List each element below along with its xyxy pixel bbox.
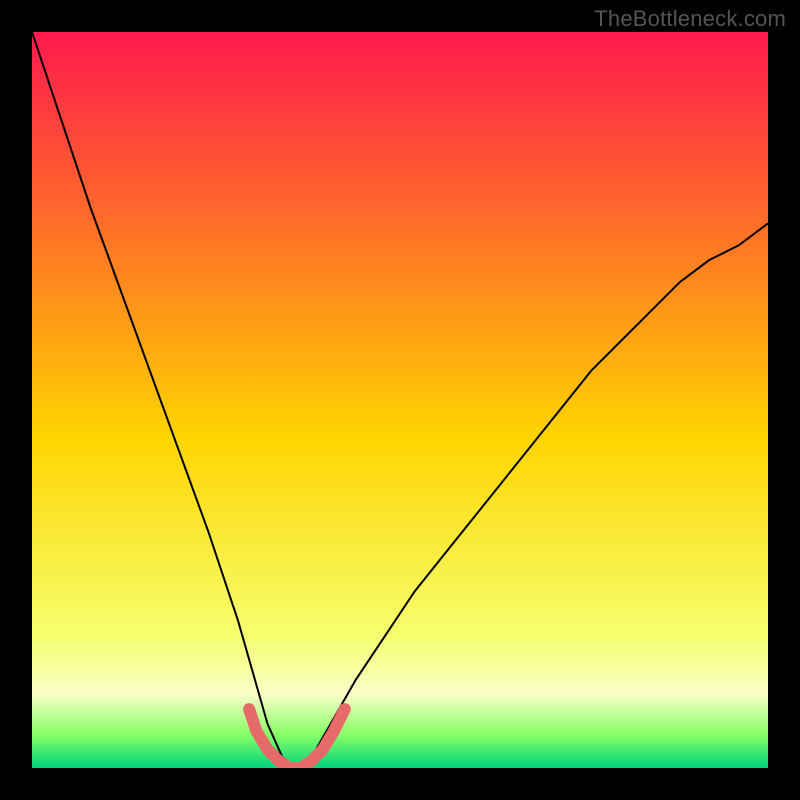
chart-frame: TheBottleneck.com <box>0 0 800 800</box>
plot-area <box>32 32 768 768</box>
gradient-background <box>32 32 768 768</box>
plot-svg <box>32 32 768 768</box>
watermark-label: TheBottleneck.com <box>594 6 786 32</box>
